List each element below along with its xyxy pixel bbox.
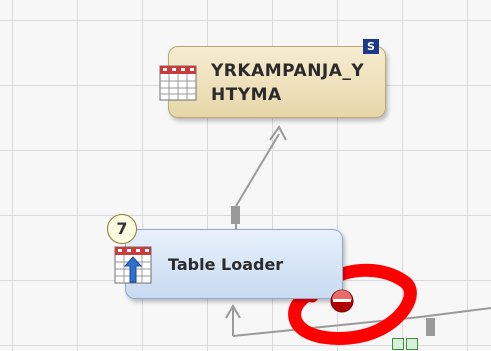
target-table-name: YRKAMPANJA_YHTYMA — [211, 61, 365, 105]
table-loader-label: Table Loader — [168, 255, 284, 274]
input-port[interactable] — [426, 318, 435, 336]
partial-table-icons — [392, 338, 418, 350]
table-loader-icon — [114, 244, 154, 290]
output-port[interactable] — [231, 206, 240, 224]
status-indicator-icon[interactable] — [330, 289, 354, 313]
table-icon — [406, 338, 418, 350]
step-number-badge: 7 — [107, 214, 137, 244]
target-table-node[interactable]: YRKAMPANJA_YHTYMA S — [159, 39, 386, 118]
table-loader-node[interactable]: Table Loader — [114, 229, 343, 299]
table-icon — [159, 63, 199, 107]
s-badge: S — [363, 39, 379, 54]
table-icon — [392, 338, 404, 350]
